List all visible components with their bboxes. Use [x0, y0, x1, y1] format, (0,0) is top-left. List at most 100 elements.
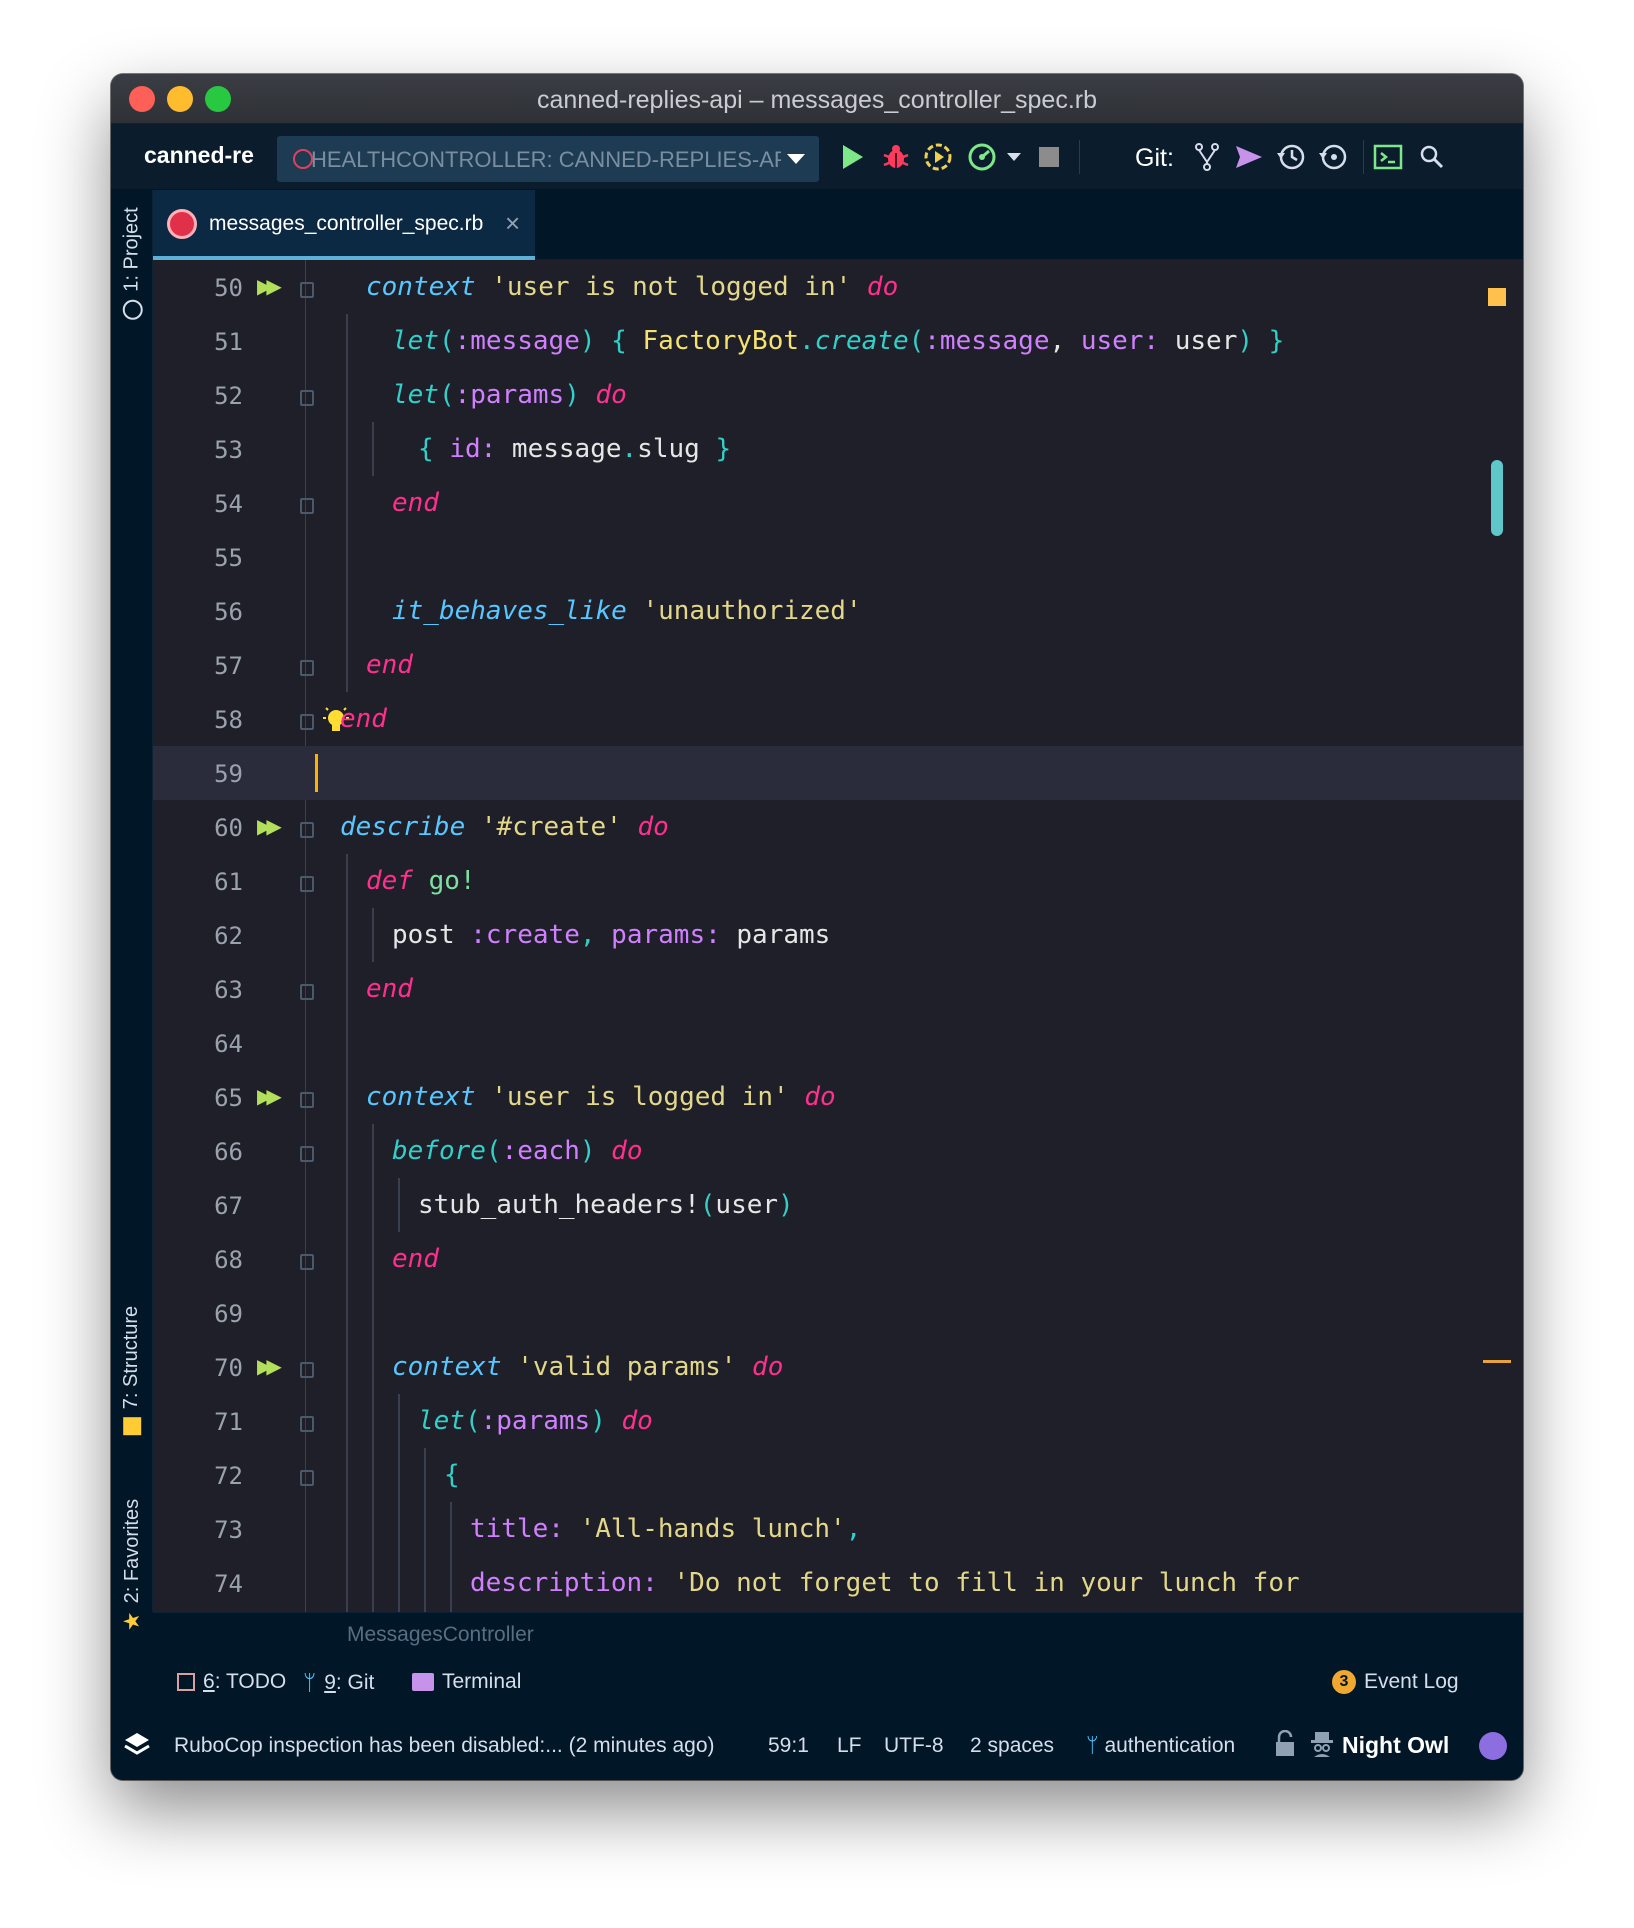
status-bar: RuboCop inspection has been disabled:...…	[111, 1712, 1523, 1780]
caret-position[interactable]: 59:1	[768, 1734, 809, 1758]
search-icon[interactable]	[1413, 138, 1451, 176]
code-line[interactable]: 72 {	[153, 1448, 1523, 1502]
todo-tool-number: 6	[203, 1670, 215, 1693]
file-encoding[interactable]: UTF-8	[884, 1734, 944, 1758]
code-text: it_behaves_like 'unauthorized'	[392, 596, 862, 626]
lock-icon[interactable]	[1274, 1729, 1296, 1764]
code-line[interactable]: 54 end	[153, 476, 1523, 530]
line-number: 63	[214, 976, 243, 1004]
favorites-tool-label: 2: Favorites	[120, 1498, 143, 1604]
code-line[interactable]: 61 def go!	[153, 854, 1523, 908]
structure-tool-label: 7: Structure	[120, 1305, 143, 1409]
code-line[interactable]: 55	[153, 530, 1523, 584]
code-text: end	[366, 974, 413, 1004]
code-editor[interactable]: 50 ▶▶ context 'user is not logged in' do…	[153, 260, 1523, 1612]
run-test-icon[interactable]: ▶▶	[257, 1084, 282, 1109]
breadcrumb-item[interactable]: MessagesController	[347, 1623, 534, 1647]
line-number: 54	[214, 490, 243, 518]
code-line[interactable]: 64	[153, 1016, 1523, 1070]
line-number: 60	[214, 814, 243, 842]
fold-marker-icon[interactable]	[300, 1254, 314, 1270]
code-line[interactable]: 69	[153, 1286, 1523, 1340]
run-icon[interactable]	[833, 138, 871, 176]
current-line[interactable]: 59	[153, 746, 1523, 800]
fold-marker-icon[interactable]	[300, 984, 314, 1000]
tab-messages-controller-spec[interactable]: messages_controller_spec.rb ×	[153, 190, 535, 260]
fold-marker-icon[interactable]	[300, 1416, 314, 1432]
fold-marker-icon[interactable]	[300, 876, 314, 892]
fold-marker-icon[interactable]	[300, 498, 314, 514]
terminal-icon[interactable]	[1369, 138, 1407, 176]
code-line[interactable]: 53 { id: message.slug }	[153, 422, 1523, 476]
line-separator[interactable]: LF	[837, 1734, 862, 1758]
layers-icon[interactable]	[123, 1730, 151, 1764]
indent-guide	[398, 1178, 400, 1232]
structure-tool-button[interactable]: 7: Structure	[117, 1290, 147, 1450]
fold-marker-icon[interactable]	[300, 714, 314, 730]
code-line[interactable]: 71 let(:params) do	[153, 1394, 1523, 1448]
fold-marker-icon[interactable]	[300, 660, 314, 676]
line-number: 50	[214, 274, 243, 302]
indent-setting[interactable]: 2 spaces	[970, 1734, 1054, 1758]
todo-tool-button[interactable]: 6: TODO	[177, 1670, 286, 1694]
theme-indicator-icon[interactable]	[1479, 1732, 1507, 1760]
git-history-icon[interactable]	[1272, 138, 1310, 176]
title-bar: canned-replies-api – messages_controller…	[111, 74, 1523, 124]
fold-marker-icon[interactable]	[300, 282, 314, 298]
code-line[interactable]: 51 let(:message) { FactoryBot.create(:me…	[153, 314, 1523, 368]
code-text: end	[392, 488, 439, 518]
code-line[interactable]: 70 ▶▶ context 'valid params' do	[153, 1340, 1523, 1394]
code-line[interactable]: 57 end	[153, 638, 1523, 692]
code-line[interactable]: 56 it_behaves_like 'unauthorized'	[153, 584, 1523, 638]
git-branch-widget[interactable]: ᛘ authentication	[1086, 1734, 1235, 1758]
fold-marker-icon[interactable]	[300, 1092, 314, 1108]
code-text: stub_auth_headers!(user)	[418, 1190, 794, 1220]
code-line[interactable]: 65 ▶▶ context 'user is logged in' do	[153, 1070, 1523, 1124]
code-line[interactable]: 50 ▶▶ context 'user is not logged in' do	[153, 260, 1523, 314]
vertical-scrollbar[interactable]	[1491, 460, 1503, 536]
close-tab-icon[interactable]: ×	[505, 208, 520, 239]
code-line[interactable]: 63 end	[153, 962, 1523, 1016]
run-configuration-select[interactable]: HEALTHCONTROLLER: CANNED-REPLIES-API	[277, 136, 819, 182]
git-branches-icon[interactable]	[1188, 138, 1226, 176]
run-test-icon[interactable]: ▶▶	[257, 1354, 282, 1379]
chevron-down-icon[interactable]	[995, 138, 1033, 176]
fold-marker-icon[interactable]	[300, 1470, 314, 1486]
fold-marker-icon[interactable]	[300, 1146, 314, 1162]
code-line[interactable]: 66 before(:each) do	[153, 1124, 1523, 1178]
event-count-badge: 3	[1332, 1670, 1356, 1694]
inspector-icon[interactable]	[1309, 1730, 1335, 1764]
run-with-coverage-icon[interactable]	[919, 138, 957, 176]
status-message[interactable]: RuboCop inspection has been disabled:...…	[174, 1734, 715, 1758]
terminal-tool-button[interactable]: Terminal	[412, 1670, 521, 1694]
scrollbar-warning-marker[interactable]	[1483, 1360, 1511, 1363]
favorites-tool-button[interactable]: ★ 2: Favorites	[117, 1490, 147, 1640]
inspection-status-icon[interactable]	[1488, 288, 1506, 306]
project-name[interactable]: canned-replies-api	[144, 142, 254, 169]
code-line[interactable]: 58 end	[153, 692, 1523, 746]
project-tool-button[interactable]: 1: Project	[117, 198, 147, 328]
code-text: {	[444, 1460, 460, 1490]
line-number: 67	[214, 1192, 243, 1220]
fold-marker-icon[interactable]	[300, 822, 314, 838]
code-line[interactable]: 62 post :create, params: params	[153, 908, 1523, 962]
run-test-icon[interactable]: ▶▶	[257, 274, 282, 299]
git-revert-icon[interactable]	[1314, 138, 1352, 176]
code-line[interactable]: 52 let(:params) do	[153, 368, 1523, 422]
code-line[interactable]: 68 end	[153, 1232, 1523, 1286]
code-line[interactable]: 67 stub_auth_headers!(user)	[153, 1178, 1523, 1232]
git-push-icon[interactable]	[1230, 138, 1268, 176]
fold-marker-icon[interactable]	[300, 1362, 314, 1378]
code-line[interactable]: 74 description: 'Do not forget to fill i…	[153, 1556, 1523, 1610]
editor-tab-bar: messages_controller_spec.rb ×	[153, 190, 1523, 260]
code-line[interactable]: 60 ▶▶ describe '#create' do	[153, 800, 1523, 854]
git-tool-button[interactable]: ᛘ 9: Git	[303, 1670, 374, 1696]
code-line[interactable]: 73 title: 'All-hands lunch',	[153, 1502, 1523, 1556]
terminal-tool-label: Terminal	[442, 1670, 522, 1693]
event-log-button[interactable]: 3 Event Log	[1332, 1670, 1459, 1694]
theme-name[interactable]: Night Owl	[1342, 1732, 1449, 1759]
debug-icon[interactable]	[877, 138, 915, 176]
stop-icon[interactable]	[1030, 138, 1068, 176]
run-test-icon[interactable]: ▶▶	[257, 814, 282, 839]
fold-marker-icon[interactable]	[300, 390, 314, 406]
